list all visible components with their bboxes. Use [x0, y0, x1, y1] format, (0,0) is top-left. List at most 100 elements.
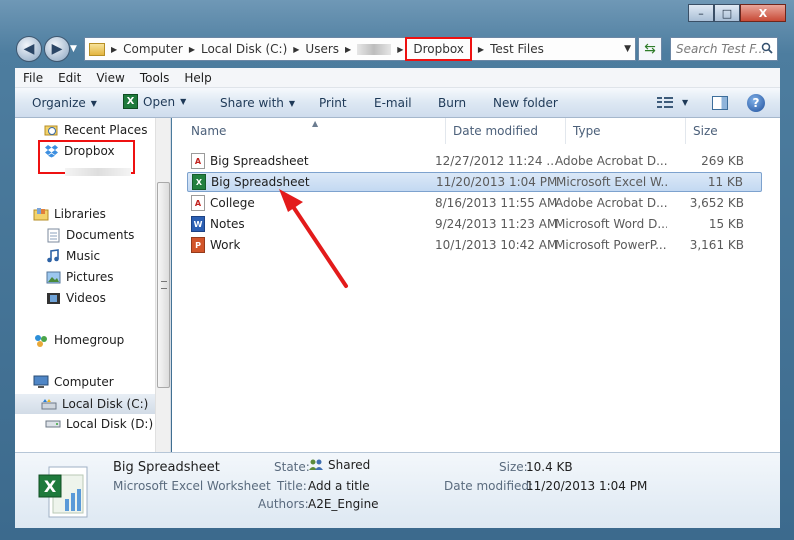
file-row[interactable]: W Notes 9/24/2013 11:23 AM Microsoft Word… [187, 214, 762, 234]
share-with-button[interactable]: Share with ▼ [220, 96, 295, 110]
nav-music-label: Music [66, 249, 101, 263]
nav-videos-label: Videos [66, 291, 106, 305]
menu-tools[interactable]: Tools [132, 71, 177, 85]
breadcrumb-redacted-user[interactable] [357, 43, 392, 55]
file-name: Big Spreadsheet [211, 175, 310, 189]
breadcrumb-users[interactable]: Users [305, 42, 339, 56]
file-type: Adobe Acrobat D... [555, 154, 667, 168]
drive-icon [45, 416, 61, 432]
excel-file-thumbnail-icon: X [38, 466, 88, 518]
window-controls: – □ X [688, 4, 786, 22]
file-name-cell: X Big Spreadsheet [192, 174, 310, 190]
folder-icon [89, 42, 105, 56]
address-bar[interactable]: ▶ Computer ▶ Local Disk (C:) ▶ Users ▶ ▶… [84, 37, 636, 61]
organize-label: Organize [32, 96, 86, 110]
menu-bar: File Edit View Tools Help [15, 68, 780, 88]
computer-icon [33, 374, 49, 390]
details-date-label: Date modified: [444, 479, 534, 493]
chevron-down-icon: ▼ [90, 98, 97, 108]
print-button[interactable]: Print [319, 96, 347, 110]
file-row-selected[interactable]: X Big Spreadsheet 11/20/2013 1:04 PM Micr… [187, 172, 762, 192]
details-state: Shared [308, 458, 370, 472]
file-row[interactable]: A Big Spreadsheet 12/27/2012 11:24 ... Ad… [187, 151, 762, 171]
navigation-scrollbar[interactable] [155, 118, 170, 452]
column-header-name[interactable]: Name [184, 118, 446, 144]
file-row[interactable]: A College 8/16/2013 11:55 AM Adobe Acroba… [187, 193, 762, 213]
breadcrumb-computer[interactable]: Computer [123, 42, 183, 56]
back-button[interactable]: ◀ [16, 36, 42, 62]
forward-arrow-icon: ▶ [51, 41, 63, 57]
nav-recent-places-label: Recent Places [64, 123, 148, 137]
maximize-button[interactable]: □ [714, 4, 740, 22]
details-authors-value[interactable]: A2E_Engine [308, 497, 379, 511]
email-button[interactable]: E-mail [374, 96, 412, 110]
preview-pane-icon[interactable] [712, 96, 728, 110]
file-name-cell: A College [191, 195, 255, 211]
libraries-icon [33, 206, 49, 222]
file-row[interactable]: P Work 10/1/2013 10:42 AM Microsoft Power… [187, 235, 762, 255]
refresh-button[interactable]: ⇆ [638, 37, 662, 61]
file-type: Adobe Acrobat D... [555, 196, 667, 210]
new-folder-button[interactable]: New folder [493, 96, 558, 110]
nav-local-disk-d[interactable]: Local Disk (D:) [45, 416, 153, 432]
burn-button[interactable]: Burn [438, 96, 466, 110]
back-arrow-icon: ◀ [23, 41, 35, 57]
recent-pages-dropdown-icon[interactable]: ▼ [70, 44, 77, 54]
nav-libraries[interactable]: Libraries [33, 206, 106, 222]
navigation-pane: Recent Places Dropbox Libraries Document… [15, 118, 171, 452]
file-date: 11/20/2013 1:04 PM [436, 175, 558, 189]
details-title-input[interactable]: Add a title [308, 479, 370, 493]
column-header-date-modified[interactable]: Date modified [446, 118, 566, 144]
menu-edit[interactable]: Edit [50, 71, 88, 85]
forward-button[interactable]: ▶ [44, 36, 70, 62]
view-options-dropdown-icon[interactable]: ▼ [682, 98, 688, 107]
breadcrumb-local-disk-c[interactable]: Local Disk (C:) [201, 42, 287, 56]
nav-music[interactable]: Music [45, 248, 100, 264]
column-header-size[interactable]: Size [686, 118, 766, 144]
pdf-icon: A [191, 195, 205, 211]
chevron-right-icon[interactable]: ▶ [397, 45, 403, 54]
file-name-cell: W Notes [191, 216, 245, 232]
redaction-blur [357, 43, 392, 55]
minimize-button[interactable]: – [688, 4, 714, 22]
details-state-value: Shared [328, 458, 371, 472]
file-type: Microsoft Word D... [555, 217, 667, 231]
open-button[interactable]: X Open ▼ [123, 94, 186, 109]
pdf-icon: A [191, 153, 205, 169]
nav-documents[interactable]: Documents [45, 227, 134, 243]
chevron-right-icon[interactable]: ▶ [293, 45, 299, 54]
chevron-right-icon[interactable]: ▶ [189, 45, 195, 54]
breadcrumb-dropbox[interactable]: Dropbox [405, 37, 472, 61]
excel-icon: X [192, 174, 206, 190]
nav-local-disk-c[interactable]: Local Disk (C:) [15, 394, 155, 414]
chevron-right-icon[interactable]: ▶ [478, 45, 484, 54]
column-header-type[interactable]: Type [566, 118, 686, 144]
menu-view[interactable]: View [88, 71, 131, 85]
menu-help[interactable]: Help [176, 71, 218, 85]
menu-file[interactable]: File [15, 71, 50, 85]
nav-recent-places[interactable]: Recent Places [43, 122, 147, 138]
powerpoint-icon: P [191, 237, 205, 253]
nav-videos[interactable]: Videos [45, 290, 106, 306]
chevron-down-icon: ▼ [180, 97, 187, 106]
refresh-icon: ⇆ [644, 41, 656, 57]
close-button[interactable]: X [740, 4, 786, 22]
chevron-right-icon[interactable]: ▶ [111, 45, 117, 54]
nav-computer[interactable]: Computer [33, 374, 114, 390]
nav-homegroup[interactable]: Homegroup [33, 332, 124, 348]
search-icon [761, 42, 773, 54]
help-icon[interactable]: ? [747, 94, 765, 112]
nav-pictures[interactable]: Pictures [45, 269, 114, 285]
explorer-window: – □ X ◀ ▶ ▼ ▶ Computer ▶ Local Disk (C:)… [0, 0, 794, 540]
organize-button[interactable]: Organize ▼ [32, 96, 97, 110]
address-dropdown-icon[interactable]: ▼ [624, 44, 631, 54]
change-view-icon[interactable] [657, 97, 673, 109]
details-file-kind: Microsoft Excel Worksheet [113, 479, 271, 493]
file-type: Microsoft Excel W... [556, 175, 668, 189]
title-bar: – □ X [0, 0, 794, 30]
breadcrumb-test-files[interactable]: Test Files [490, 42, 544, 56]
videos-icon [45, 290, 61, 306]
scrollbar-thumb[interactable] [157, 182, 170, 388]
search-input[interactable]: Search Test F... [670, 37, 778, 61]
chevron-right-icon[interactable]: ▶ [345, 45, 351, 54]
